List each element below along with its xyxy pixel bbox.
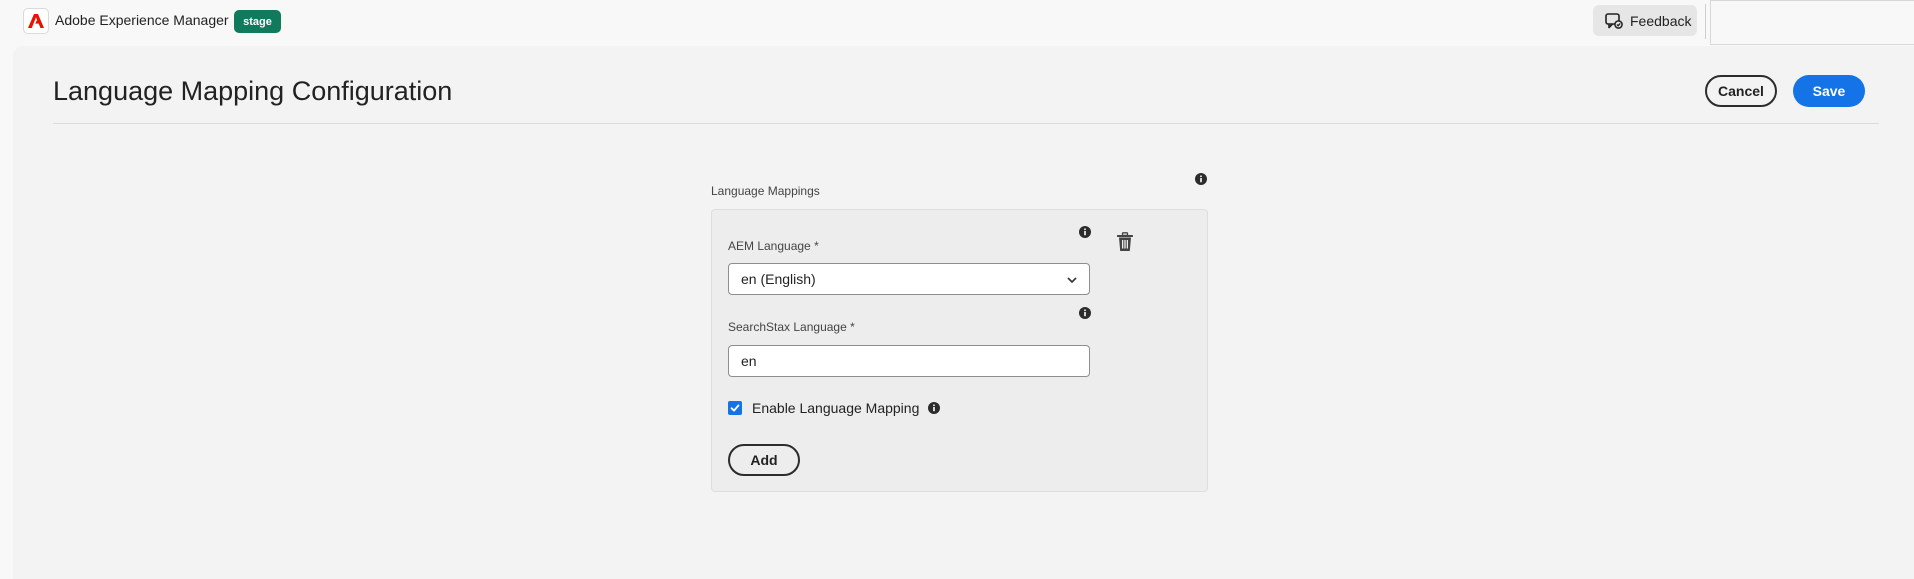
enable-mapping-info-icon[interactable] xyxy=(928,402,941,414)
searchstax-language-input[interactable] xyxy=(728,345,1090,377)
aem-language-info-icon[interactable] xyxy=(1079,226,1091,238)
app-title: Adobe Experience Manager xyxy=(55,12,229,28)
add-mapping-button[interactable]: Add xyxy=(728,444,800,476)
searchstax-language-info-icon[interactable] xyxy=(1079,307,1091,319)
environment-badge: stage xyxy=(234,10,281,33)
topbar-divider xyxy=(1705,4,1706,39)
enable-mapping-row: Enable Language Mapping xyxy=(728,399,941,417)
chevron-down-icon xyxy=(1067,277,1077,284)
aem-language-value: en (English) xyxy=(741,271,816,287)
aem-language-label: AEM Language * xyxy=(728,239,819,253)
title-divider xyxy=(53,123,1879,124)
cancel-button[interactable]: Cancel xyxy=(1705,75,1777,107)
feedback-label: Feedback xyxy=(1630,12,1692,29)
feedback-button[interactable]: Feedback xyxy=(1593,5,1697,36)
language-mappings-label: Language Mappings xyxy=(711,184,820,198)
top-bar: Adobe Experience Manager stage Feedback xyxy=(0,0,1914,45)
save-button[interactable]: Save xyxy=(1793,75,1865,107)
page-title: Language Mapping Configuration xyxy=(53,76,453,106)
feedback-bubble-icon xyxy=(1605,12,1623,29)
topbar-empty-panel xyxy=(1710,0,1914,45)
checkmark-icon xyxy=(730,404,740,412)
adobe-logo[interactable] xyxy=(23,8,49,34)
language-mappings-info-icon[interactable] xyxy=(1195,173,1207,185)
searchstax-language-label: SearchStax Language * xyxy=(728,320,855,334)
enable-mapping-checkbox[interactable] xyxy=(728,401,742,415)
trash-icon[interactable] xyxy=(1116,232,1134,252)
enable-mapping-label: Enable Language Mapping xyxy=(752,400,920,416)
aem-language-select[interactable]: en (English) xyxy=(728,263,1090,295)
adobe-logo-icon xyxy=(28,14,44,28)
